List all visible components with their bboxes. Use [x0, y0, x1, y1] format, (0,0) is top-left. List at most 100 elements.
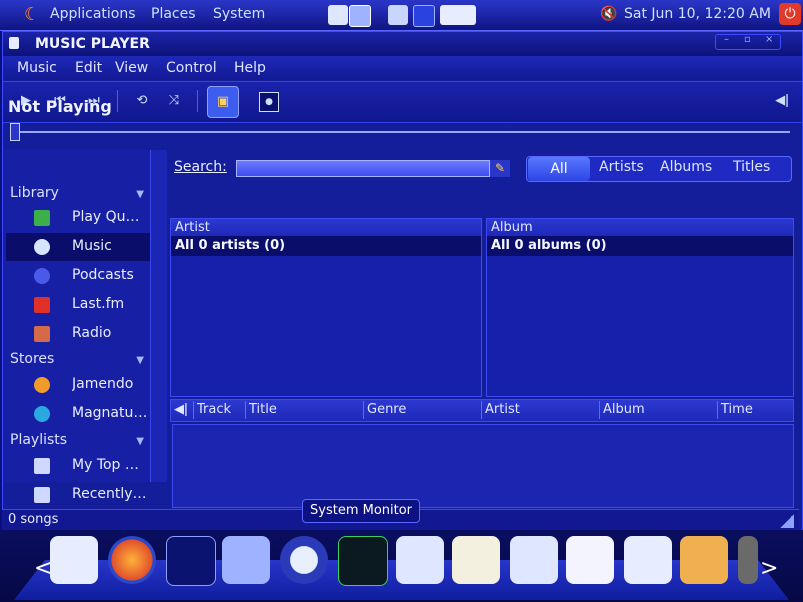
sidebar-section-library[interactable]: Library [10, 185, 59, 201]
sidebar-item-label: Radio [72, 325, 112, 341]
tracklist-body[interactable] [172, 424, 794, 508]
sidebar-section-stores[interactable]: Stores [10, 351, 54, 367]
tooltip: System Monitor [302, 499, 421, 523]
gentoo-dock-icon[interactable] [50, 536, 98, 584]
repeat-icon[interactable]: ⟲ [131, 90, 153, 112]
window-list-icon[interactable] [413, 5, 435, 27]
title-bar[interactable]: MUSIC PLAYER – ▫ × [3, 32, 802, 56]
sidebar-section-playlists[interactable]: Playlists [10, 432, 67, 448]
podcast-icon [34, 268, 50, 284]
music-icon [34, 239, 50, 255]
magnatune-icon [34, 406, 50, 422]
music-player-task-icon[interactable] [440, 5, 476, 25]
album-column-header[interactable]: Album [487, 219, 793, 236]
text-editor-icon[interactable] [452, 536, 500, 584]
music-player-dock-icon[interactable] [566, 536, 614, 584]
artist-row-all[interactable]: All 0 artists (0) [171, 236, 481, 256]
document-icon[interactable] [396, 536, 444, 584]
menu-control[interactable]: Control [166, 60, 217, 76]
seek-handle[interactable] [10, 123, 20, 141]
power-icon[interactable]: ⏻ [779, 3, 801, 25]
sidebar-item-music[interactable]: Music [6, 233, 150, 261]
sidebar-item-label: Last.fm [72, 296, 125, 312]
source-sidebar: Library ▼ Play Qu… Music Podcasts Last.f… [4, 150, 150, 503]
menu-applications[interactable]: Applications [50, 6, 136, 22]
playlist-icon [34, 487, 50, 503]
queue-icon [34, 210, 50, 226]
monitor-icon[interactable] [349, 5, 371, 27]
chevron-down-icon[interactable]: ▼ [136, 355, 144, 366]
close-button[interactable]: × [765, 34, 773, 45]
filter-titles-button[interactable]: Titles [733, 159, 770, 175]
column-genre[interactable]: Genre [363, 401, 481, 419]
package-manager-icon[interactable] [222, 536, 270, 584]
search-tool-icon[interactable] [388, 5, 408, 25]
filter-artists-button[interactable]: Artists [599, 159, 644, 175]
encryption-icon[interactable] [624, 536, 672, 584]
jamendo-icon [34, 377, 50, 393]
folder-icon[interactable] [680, 536, 728, 584]
gentoo-logo-icon[interactable]: ☾ [24, 4, 40, 25]
album-row-all[interactable]: All 0 albums (0) [487, 236, 793, 256]
menu-help[interactable]: Help [234, 60, 266, 76]
file-manager-icon[interactable] [328, 5, 348, 25]
column-track[interactable]: Track [193, 401, 245, 419]
column-album[interactable]: Album [599, 401, 717, 419]
app-icon [9, 37, 19, 49]
top-panel: ☾ Applications Places System 🔇 Sat Jun 1… [0, 0, 803, 31]
sidebar-item-recently-added[interactable]: Recently… [6, 481, 150, 509]
column-artist[interactable]: Artist [481, 401, 599, 419]
volume-muted-icon[interactable]: 🔇 [600, 6, 617, 22]
visualization-icon[interactable]: ● [259, 92, 279, 112]
now-playing-status: Not Playing [8, 97, 112, 116]
sidebar-item-magnatune[interactable]: Magnatu… [6, 400, 150, 428]
dock-scroll-right-icon[interactable]: > [760, 556, 778, 581]
menu-system[interactable]: System [213, 6, 265, 22]
search-input[interactable] [236, 160, 490, 177]
column-title[interactable]: Title [245, 401, 363, 419]
sidebar-item-my-top-rated[interactable]: My Top … [6, 452, 150, 480]
firefox-icon[interactable] [108, 536, 156, 584]
sidebar-item-label: Magnatu… [72, 405, 148, 421]
system-monitor-icon[interactable] [338, 536, 388, 586]
menu-places[interactable]: Places [151, 6, 196, 22]
sidebar-item-label: My Top … [72, 457, 139, 473]
menu-view[interactable]: View [115, 60, 148, 76]
speaker-icon[interactable] [738, 536, 758, 584]
clock[interactable]: Sat Jun 10, 12:20 AM [624, 6, 771, 22]
menu-edit[interactable]: Edit [75, 60, 102, 76]
search-icon[interactable] [280, 536, 328, 584]
chevron-down-icon[interactable]: ▼ [136, 189, 144, 200]
toolbar-separator [117, 90, 118, 112]
playlist-icon [34, 458, 50, 474]
playing-column-icon[interactable]: ◀ǀ [171, 401, 193, 419]
sidebar-item-podcasts[interactable]: Podcasts [6, 262, 150, 290]
toolbar-separator [197, 90, 198, 112]
menu-music[interactable]: Music [17, 60, 57, 76]
minimize-button[interactable]: – [724, 34, 729, 45]
resize-grip[interactable] [780, 514, 794, 528]
search-label: Search: [174, 159, 227, 175]
tracklist-header: ◀ǀ Track Title Genre Artist Album Time [170, 399, 794, 422]
sidebar-item-lastfm[interactable]: Last.fm [6, 291, 150, 319]
seek-bar[interactable] [10, 131, 790, 133]
chevron-down-icon[interactable]: ▼ [136, 436, 144, 447]
artist-pane: Artist All 0 artists (0) [170, 218, 482, 397]
sidebar-item-play-queue[interactable]: Play Qu… [6, 204, 150, 232]
sidebar-item-jamendo[interactable]: Jamendo [6, 371, 150, 399]
artist-column-header[interactable]: Artist [171, 219, 481, 236]
browse-toggle-icon[interactable]: ▣ [207, 86, 239, 118]
clear-search-icon[interactable]: ✎ [490, 160, 510, 177]
filter-all-button[interactable]: All [528, 157, 590, 181]
maximize-button[interactable]: ▫ [744, 34, 751, 45]
sidebar-item-label: Music [72, 238, 112, 254]
shuffle-icon[interactable]: ⤨ [163, 90, 185, 112]
lastfm-icon [34, 297, 50, 313]
presentation-icon[interactable] [510, 536, 558, 584]
column-time[interactable]: Time [717, 401, 791, 419]
filter-albums-button[interactable]: Albums [660, 159, 712, 175]
volume-icon[interactable]: ◀ǀ [771, 90, 793, 112]
sidebar-scrollbar[interactable] [150, 150, 167, 482]
terminal-icon[interactable] [166, 536, 216, 586]
sidebar-item-radio[interactable]: Radio [6, 320, 150, 348]
